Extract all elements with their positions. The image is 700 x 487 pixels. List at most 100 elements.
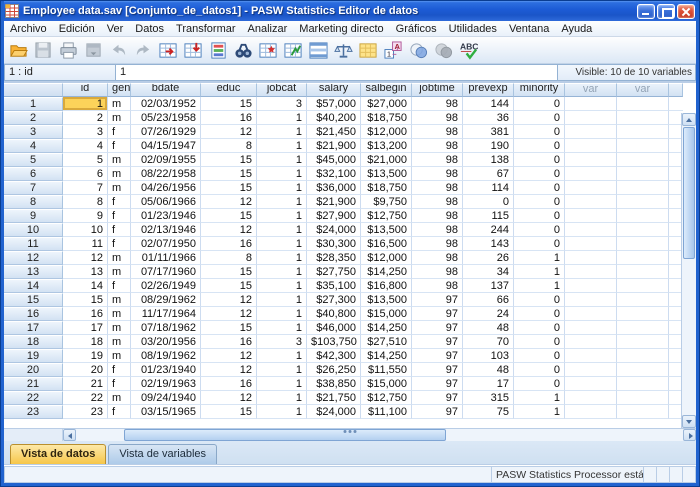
cell-bdate[interactable]: 05/23/1958: [131, 111, 201, 125]
cell-educ[interactable]: 15: [201, 321, 257, 335]
cell-gender[interactable]: m: [108, 293, 131, 307]
cell-jobtime[interactable]: 98: [412, 111, 463, 125]
cell-prevexp[interactable]: 114: [463, 181, 514, 195]
cell-var-empty[interactable]: [565, 167, 617, 181]
cell-salbegin[interactable]: $14,250: [361, 321, 412, 335]
cell-id[interactable]: 7: [63, 181, 108, 195]
cell-prevexp[interactable]: 137: [463, 279, 514, 293]
cell-var-empty[interactable]: [565, 209, 617, 223]
cell-gender[interactable]: f: [108, 363, 131, 377]
cell-minority[interactable]: 1: [514, 391, 565, 405]
cell-var-empty[interactable]: [617, 377, 669, 391]
cell-jobtime[interactable]: 97: [412, 363, 463, 377]
cell-jobcat[interactable]: 1: [257, 153, 307, 167]
cell-jobtime[interactable]: 98: [412, 167, 463, 181]
cell-minority[interactable]: 0: [514, 307, 565, 321]
cell-id[interactable]: 9: [63, 209, 108, 223]
column-header-educ[interactable]: educ: [201, 83, 257, 97]
cell-minority[interactable]: 1: [514, 279, 565, 293]
cell-prevexp[interactable]: 315: [463, 391, 514, 405]
cell-id[interactable]: 11: [63, 237, 108, 251]
cell-educ[interactable]: 15: [201, 153, 257, 167]
goto-case-icon[interactable]: [156, 39, 181, 62]
cell-gender[interactable]: m: [108, 181, 131, 195]
cell-bdate[interactable]: 07/18/1962: [131, 321, 201, 335]
row-header[interactable]: 12: [4, 251, 63, 265]
cell-id[interactable]: 14: [63, 279, 108, 293]
cell-var-empty[interactable]: [565, 377, 617, 391]
cell-id[interactable]: 23: [63, 405, 108, 419]
cell-var-empty[interactable]: [565, 307, 617, 321]
column-header-jobcat[interactable]: jobcat: [257, 83, 307, 97]
cell-salary[interactable]: $57,000: [307, 97, 361, 111]
cell-jobtime[interactable]: 97: [412, 349, 463, 363]
cell-jobcat[interactable]: 1: [257, 349, 307, 363]
cell-salary[interactable]: $27,900: [307, 209, 361, 223]
cell-minority[interactable]: 0: [514, 209, 565, 223]
cell-prevexp[interactable]: 144: [463, 97, 514, 111]
cell-minority[interactable]: 1: [514, 251, 565, 265]
cell-var-empty[interactable]: [565, 153, 617, 167]
cell-jobtime[interactable]: 98: [412, 153, 463, 167]
cell-educ[interactable]: 12: [201, 125, 257, 139]
cell-jobtime[interactable]: 97: [412, 405, 463, 419]
cell-salary[interactable]: $38,850: [307, 377, 361, 391]
cell-salary[interactable]: $21,900: [307, 195, 361, 209]
cell-gender[interactable]: m: [108, 167, 131, 181]
row-header[interactable]: 14: [4, 279, 63, 293]
cell-bdate[interactable]: 08/29/1962: [131, 293, 201, 307]
cell-id[interactable]: 3: [63, 125, 108, 139]
cell-bdate[interactable]: 02/13/1946: [131, 223, 201, 237]
cell-prevexp[interactable]: 381: [463, 125, 514, 139]
open-data-icon[interactable]: [6, 39, 31, 62]
cell-bdate[interactable]: 08/22/1958: [131, 167, 201, 181]
menu-analizar[interactable]: Analizar: [242, 22, 294, 36]
cell-minority[interactable]: 0: [514, 237, 565, 251]
find-icon[interactable]: [231, 39, 256, 62]
cell-gender[interactable]: f: [108, 209, 131, 223]
cell-educ[interactable]: 16: [201, 377, 257, 391]
cell-var-empty[interactable]: [565, 223, 617, 237]
cell-educ[interactable]: 12: [201, 307, 257, 321]
cell-minority[interactable]: 0: [514, 293, 565, 307]
minimize-button[interactable]: [637, 4, 655, 19]
cell-jobcat[interactable]: 1: [257, 125, 307, 139]
cell-var-empty[interactable]: [565, 363, 617, 377]
cell-minority[interactable]: 0: [514, 335, 565, 349]
close-button[interactable]: [677, 4, 695, 19]
row-header[interactable]: 8: [4, 195, 63, 209]
cell-var-empty[interactable]: [617, 265, 669, 279]
cell-educ[interactable]: 15: [201, 209, 257, 223]
cell-var-empty[interactable]: [565, 195, 617, 209]
cell-var-empty[interactable]: [617, 405, 669, 419]
scroll-up-icon[interactable]: [682, 113, 696, 126]
cell-minority[interactable]: 0: [514, 223, 565, 237]
cell-prevexp[interactable]: 244: [463, 223, 514, 237]
cell-var-empty[interactable]: [617, 279, 669, 293]
cell-bdate[interactable]: 07/17/1960: [131, 265, 201, 279]
cell-gender[interactable]: f: [108, 139, 131, 153]
cell-jobcat[interactable]: 1: [257, 321, 307, 335]
cell-salbegin[interactable]: $14,250: [361, 349, 412, 363]
print-icon[interactable]: [56, 39, 81, 62]
vertical-scrollbar[interactable]: [681, 113, 696, 428]
cell-jobtime[interactable]: 98: [412, 251, 463, 265]
weight-cases-icon[interactable]: [331, 39, 356, 62]
cell-gender[interactable]: m: [108, 97, 131, 111]
cell-salbegin[interactable]: $27,000: [361, 97, 412, 111]
cell-salbegin[interactable]: $16,500: [361, 237, 412, 251]
cell-jobcat[interactable]: 1: [257, 139, 307, 153]
cell-salbegin[interactable]: $12,000: [361, 251, 412, 265]
cell-jobtime[interactable]: 98: [412, 209, 463, 223]
cell-var-empty[interactable]: [565, 251, 617, 265]
cell-var-empty[interactable]: [565, 181, 617, 195]
cell-gender[interactable]: f: [108, 195, 131, 209]
column-header-prevexp[interactable]: prevexp: [463, 83, 514, 97]
cell-bdate[interactable]: 05/06/1966: [131, 195, 201, 209]
cell-minority[interactable]: 0: [514, 377, 565, 391]
column-header-gender[interactable]: gender: [108, 83, 131, 97]
cell-jobcat[interactable]: 1: [257, 279, 307, 293]
cell-prevexp[interactable]: 138: [463, 153, 514, 167]
cell-id[interactable]: 12: [63, 251, 108, 265]
cell-id[interactable]: 19: [63, 349, 108, 363]
